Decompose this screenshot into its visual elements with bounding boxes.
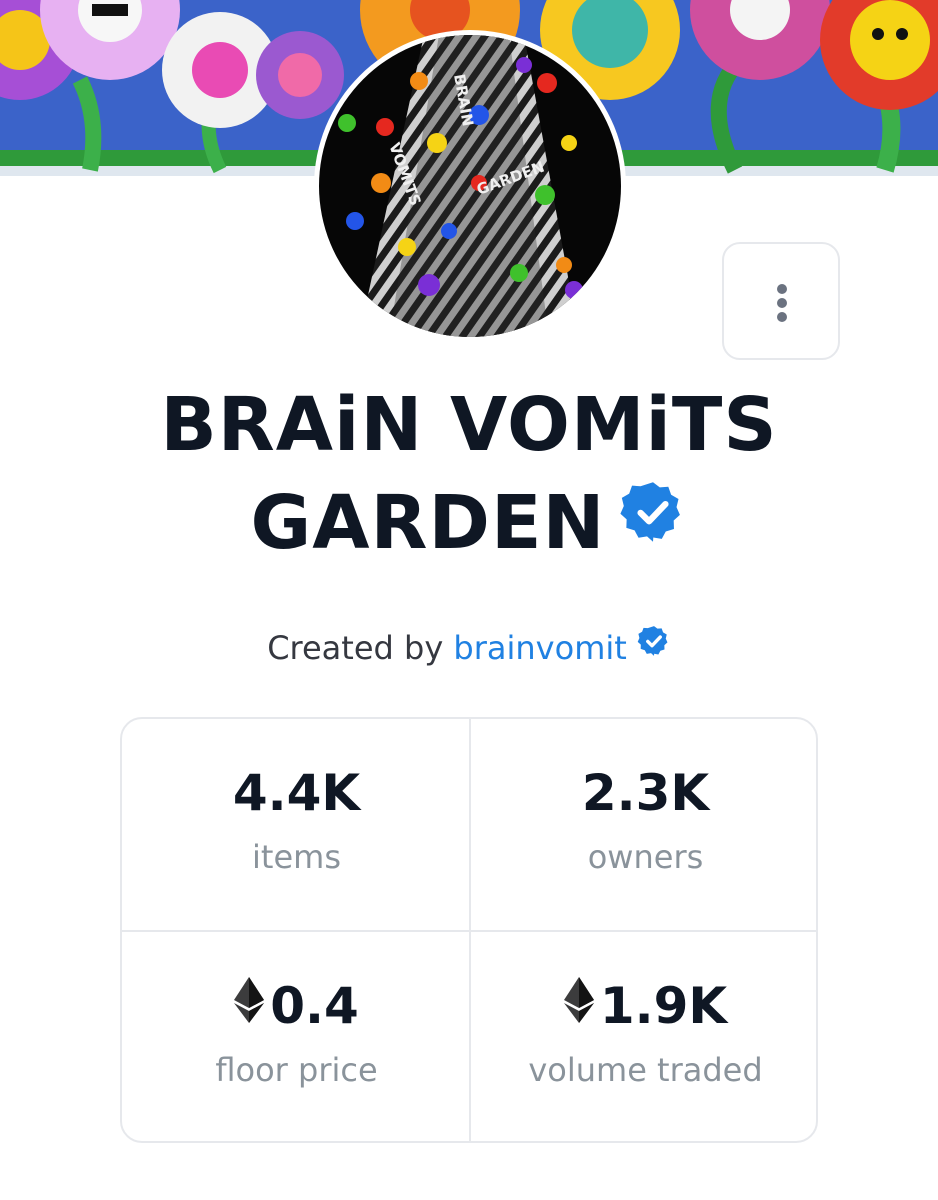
stat-floor-price-value-row: 0.4	[122, 976, 471, 1040]
more-options-button[interactable]	[722, 242, 840, 360]
creator-link[interactable]: brainvomit	[453, 629, 626, 667]
stat-items-value: 4.4K	[232, 764, 361, 822]
stat-owners[interactable]: 2.3K owners	[471, 719, 816, 931]
stat-volume-traded[interactable]: 1.9K volume traded	[471, 932, 816, 1141]
stat-volume-traded-value: 1.9K	[599, 977, 728, 1035]
ethereum-icon	[234, 976, 265, 1036]
collection-title-line-1: BRAiN VOMiTS	[160, 382, 778, 468]
stat-owners-label: owners	[587, 838, 704, 876]
collection-stats: 4.4K items 2.3K owners 0.4 floor price 1…	[120, 717, 818, 1143]
creator-prefix: Created by	[267, 629, 444, 667]
collection-title-line-2: GARDEN	[250, 480, 606, 566]
avatar-artwork: BRAIN VOMITS GARDEN	[319, 35, 621, 337]
ethereum-icon	[563, 976, 594, 1036]
creator-verified-icon	[637, 624, 671, 669]
stat-volume-value-row: 1.9K	[471, 976, 816, 1040]
stat-floor-price-label: floor price	[215, 1051, 378, 1089]
collection-title: BRAiN VOMiTS GARDEN	[0, 376, 938, 576]
verified-badge-icon	[619, 472, 687, 570]
collection-avatar: BRAIN VOMITS GARDEN	[314, 30, 626, 342]
stat-volume-traded-label: volume traded	[528, 1051, 763, 1089]
stat-owners-value: 2.3K	[581, 764, 710, 822]
collection-title-line-2-wrap: GARDEN	[0, 474, 938, 576]
stat-floor-price[interactable]: 0.4 floor price	[122, 932, 471, 1141]
creator-line: Created by brainvomit	[0, 624, 938, 673]
stat-floor-price-value: 0.4	[270, 977, 359, 1035]
stat-items[interactable]: 4.4K items	[122, 719, 471, 931]
stat-items-label: items	[252, 838, 341, 876]
